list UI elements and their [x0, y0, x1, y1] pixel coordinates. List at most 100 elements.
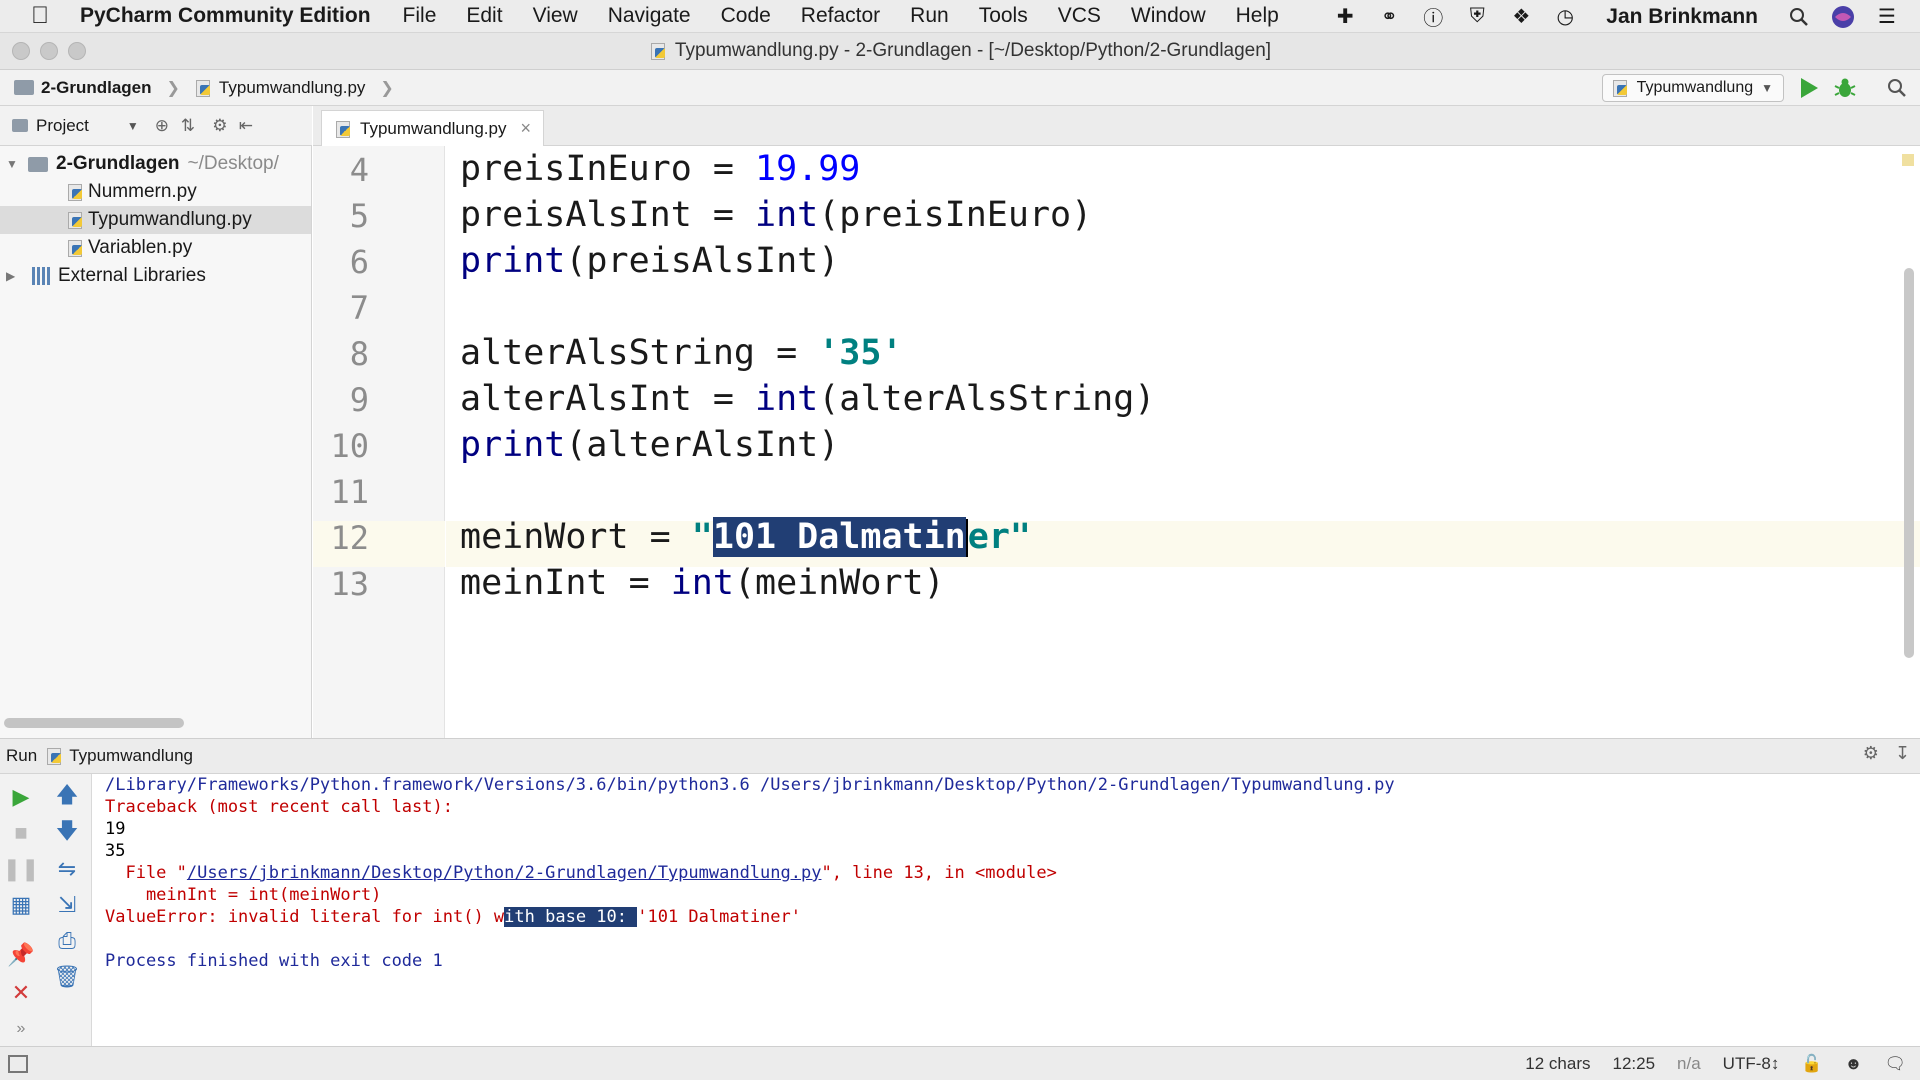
soft-wrap-icon[interactable]: ⇋ [52, 854, 82, 884]
line-number: 5 [349, 197, 369, 235]
tab-label: Typumwandlung.py [360, 118, 507, 138]
code-token: (alterAlsInt) [565, 425, 840, 465]
close-window-button[interactable] [12, 42, 30, 60]
caret-position[interactable]: 12:25 [1612, 1054, 1655, 1074]
hide-panel-icon[interactable]: ↧ [1895, 743, 1910, 764]
inspection-status-icon[interactable] [1902, 154, 1914, 166]
library-icon [32, 267, 52, 285]
expanded-arrow-icon[interactable]: ▼ [6, 157, 18, 171]
project-horizontal-scrollbar[interactable] [4, 718, 184, 728]
tree-item-project-root[interactable]: ▼ 2-Grundlagen ~/Desktop/ [0, 150, 311, 178]
layout-icon[interactable]: ▦ [6, 890, 36, 920]
apple-logo-icon[interactable]:  [0, 2, 80, 30]
run-configuration-select[interactable]: Typumwandlung ▼ [1601, 74, 1784, 102]
print-icon[interactable]: ⎙ [52, 926, 82, 956]
run-console[interactable]: /Library/Frameworks/Python.framework/Ver… [93, 774, 1920, 1046]
info-icon[interactable]: ⓘ [1420, 4, 1446, 30]
collapse-all-icon[interactable]: ⇅ [175, 113, 201, 139]
plus-icon[interactable]: ✚ [1332, 4, 1358, 30]
hide-panel-icon[interactable]: ⇤ [233, 113, 259, 139]
more-icon[interactable]: » [6, 1014, 36, 1044]
arrow-down-icon[interactable]: 🡇 [52, 818, 82, 848]
code-editor[interactable]: preisInEuro = 19.99 preisAlsInt = int(pr… [446, 146, 1920, 738]
menu-vcs[interactable]: VCS [1058, 4, 1101, 28]
status-bar: 12 chars 12:25 n/a UTF-8↕ 🔓 ☻ 🗨 [0, 1046, 1920, 1080]
minimize-window-button[interactable] [40, 42, 58, 60]
file-encoding[interactable]: UTF-8↕ [1723, 1054, 1780, 1074]
menu-view[interactable]: View [533, 4, 578, 28]
menu-tools[interactable]: Tools [979, 4, 1028, 28]
window-title-text: Typumwandlung.py - 2-Grundlagen - [~/Des… [674, 40, 1272, 61]
notification-center-icon[interactable]: ☰ [1874, 4, 1900, 30]
menu-run[interactable]: Run [910, 4, 949, 28]
arrow-up-icon[interactable]: 🡅 [52, 782, 82, 812]
creative-cloud-icon[interactable]: ⚭ [1376, 4, 1402, 30]
menu-refactor[interactable]: Refactor [801, 4, 880, 28]
code-token: (preisInEuro) [818, 195, 1093, 235]
editor-vertical-scrollbar[interactable] [1904, 268, 1914, 658]
feather-icon[interactable]: ❖ [1508, 4, 1534, 30]
code-line-9: alterAlsInt = int(alterAlsString) [460, 376, 1155, 422]
siri-icon[interactable] [1830, 4, 1856, 30]
run-button[interactable] [1796, 75, 1822, 101]
editor-tab-bar: Typumwandlung.py × [313, 106, 1920, 146]
selected-text: 101 Dalmatin [712, 517, 966, 557]
menu-help[interactable]: Help [1236, 4, 1279, 28]
debug-button[interactable] [1832, 75, 1858, 101]
time-machine-icon[interactable]: ◷ [1552, 4, 1578, 30]
menu-edit[interactable]: Edit [466, 4, 502, 28]
tree-item-variablen[interactable]: Variablen.py [0, 234, 311, 262]
tree-item-external-libraries[interactable]: ▶ External Libraries [0, 262, 311, 290]
tab-typumwandlung[interactable]: Typumwandlung.py × [321, 110, 544, 146]
menu-code[interactable]: Code [721, 4, 771, 28]
scroll-from-source-icon[interactable]: ⊕ [149, 113, 175, 139]
line-number: 9 [349, 381, 369, 419]
rerun-icon[interactable]: ▶ [6, 782, 36, 812]
breadcrumb-separator-icon: ❯ [166, 79, 180, 97]
breadcrumb-file-label: Typumwandlung.py [218, 77, 366, 97]
menu-window[interactable]: Window [1131, 4, 1206, 28]
breadcrumb-project-label: 2-Grundlagen [41, 77, 152, 97]
gear-icon[interactable]: ⚙ [1863, 743, 1879, 764]
project-tree: ▼ 2-Grundlagen ~/Desktop/ Nummern.py Typ… [0, 146, 312, 738]
inspector-icon[interactable]: ☻ [1845, 1054, 1863, 1074]
menu-file[interactable]: File [403, 4, 437, 28]
toggle-tool-windows-icon[interactable] [8, 1054, 28, 1073]
code-line-13: meinInt = int(meinWort) [460, 560, 945, 606]
line-number: 7 [349, 289, 369, 327]
breadcrumb-project[interactable]: 2-Grundlagen ❯ [14, 78, 180, 98]
pin-tab-icon[interactable]: 📌 [6, 940, 36, 970]
search-everywhere-button[interactable] [1884, 75, 1910, 101]
close-icon[interactable]: ✕ [6, 978, 36, 1008]
clear-all-icon[interactable]: 🗑 [52, 962, 82, 992]
tree-item-nummern[interactable]: Nummern.py [0, 178, 311, 206]
project-view-label: Project [36, 115, 89, 135]
code-token: alterAlsString = [460, 333, 819, 373]
event-log-icon[interactable]: 🗨 [1884, 1054, 1906, 1074]
line-separator[interactable]: n/a [1677, 1054, 1701, 1074]
user-name[interactable]: Jan Brinkmann [1606, 5, 1758, 29]
window-controls [12, 42, 86, 60]
breadcrumb-file[interactable]: Typumwandlung.py ❯ [194, 78, 394, 98]
tree-item-typumwandlung[interactable]: Typumwandlung.py [0, 206, 311, 234]
shield-icon[interactable]: ⛨ [1464, 4, 1490, 30]
scroll-to-end-icon[interactable]: ⇲ [52, 890, 82, 920]
spotlight-search-icon[interactable] [1786, 4, 1812, 30]
close-tab-icon[interactable]: × [520, 118, 531, 139]
console-command-line: /Library/Frameworks/Python.framework/Ver… [105, 775, 1395, 795]
zoom-window-button[interactable] [68, 42, 86, 60]
code-token-builtin: print [460, 241, 566, 281]
line-number: 6 [349, 243, 369, 281]
stop-icon[interactable]: ■ [6, 818, 36, 848]
console-file-link[interactable]: /Users/jbrinkmann/Desktop/Python/2-Grund… [187, 863, 822, 883]
menu-navigate[interactable]: Navigate [608, 4, 691, 28]
code-token-builtin: print [460, 425, 566, 465]
run-panel-config[interactable]: Typumwandlung [69, 746, 193, 766]
line-number: 10 [330, 427, 369, 465]
lock-icon[interactable]: 🔓 [1801, 1054, 1822, 1074]
collapsed-arrow-icon[interactable]: ▶ [6, 269, 18, 283]
project-view-select[interactable]: Project ▼ [12, 116, 139, 136]
pause-icon[interactable]: ❚❚ [3, 854, 40, 884]
gear-icon[interactable]: ⚙ [207, 113, 233, 139]
app-name-menu[interactable]: PyCharm Community Edition [80, 4, 371, 28]
